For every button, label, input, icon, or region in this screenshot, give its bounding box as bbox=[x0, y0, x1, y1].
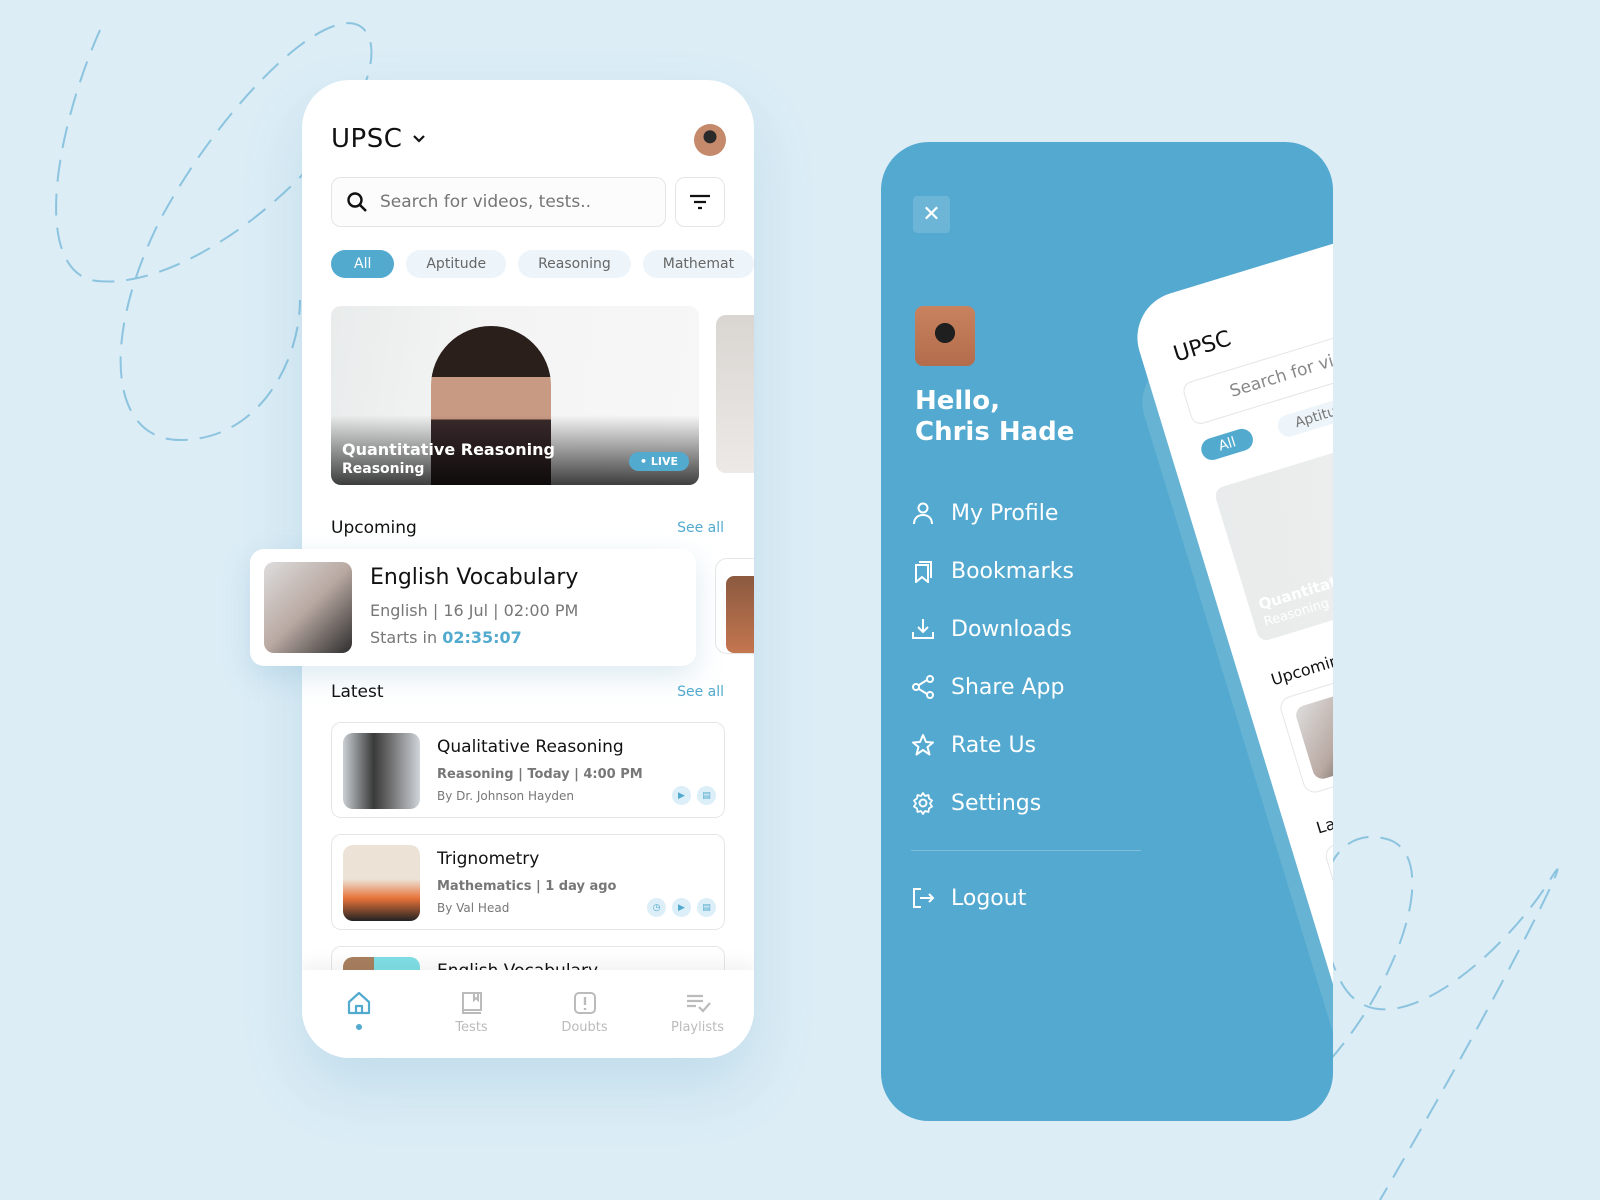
countdown-value: 02:35:07 bbox=[442, 628, 522, 647]
nav-doubts-label: Doubts bbox=[561, 1020, 608, 1035]
user-avatar bbox=[915, 306, 975, 366]
exam-selector[interactable]: UPSC bbox=[331, 124, 426, 154]
close-button[interactable]: ✕ bbox=[913, 196, 950, 233]
menu-label: Settings bbox=[951, 790, 1042, 816]
menu-item-downloads[interactable]: Downloads bbox=[911, 600, 1141, 658]
pdf-icon[interactable]: ▤ bbox=[697, 898, 716, 917]
decorative-dashed-lines bbox=[55, 22, 1559, 1200]
latest-see-all-link[interactable]: See all bbox=[677, 684, 724, 700]
filter-button[interactable] bbox=[675, 177, 725, 227]
download-icon bbox=[912, 619, 934, 639]
latest-heading: Latest bbox=[331, 682, 384, 702]
play-icon[interactable]: ▶ bbox=[672, 786, 691, 805]
logout-icon bbox=[913, 888, 935, 908]
latest-item[interactable]: Qualitative Reasoning Reasoning | Today … bbox=[331, 722, 725, 818]
menu-label: My Profile bbox=[951, 500, 1059, 526]
live-badge: • LIVE bbox=[629, 452, 689, 471]
active-indicator bbox=[355, 1024, 362, 1030]
upcoming-thumb bbox=[264, 562, 352, 653]
preview-latest: Latest bbox=[1314, 804, 1333, 838]
menu-item-settings[interactable]: Settings bbox=[911, 774, 1141, 832]
upcoming-card[interactable]: English Vocabulary English | 16 Jul | 02… bbox=[250, 549, 696, 666]
nav-doubts[interactable]: Doubts bbox=[528, 970, 641, 1058]
search-field[interactable] bbox=[331, 177, 666, 227]
featured-card[interactable]: Quantitative Reasoning Reasoning • LIVE bbox=[331, 306, 699, 485]
greeting-text: Hello, bbox=[915, 386, 1000, 416]
nav-tests[interactable]: Tests bbox=[415, 970, 528, 1058]
share-icon bbox=[912, 675, 934, 699]
close-icon: ✕ bbox=[922, 202, 941, 227]
chip-mathematics[interactable]: Mathemat bbox=[642, 250, 754, 278]
latest-author: By Dr. Johnson Hayden bbox=[437, 789, 575, 803]
bookmark-icon bbox=[915, 561, 932, 583]
menu-label: Bookmarks bbox=[951, 558, 1074, 584]
alert-icon bbox=[573, 992, 596, 1014]
playlist-icon bbox=[686, 994, 711, 1013]
nav-playlists-label: Playlists bbox=[671, 1020, 724, 1035]
latest-author: By Val Head bbox=[437, 901, 510, 915]
starts-label: Starts in bbox=[370, 628, 438, 647]
filter-icon bbox=[690, 194, 710, 210]
menu-item-bookmarks[interactable]: Bookmarks bbox=[911, 542, 1141, 600]
featured-subtitle: Reasoning bbox=[342, 461, 425, 477]
category-chips: All Aptitude Reasoning Mathemat bbox=[331, 250, 754, 278]
side-drawer: UPSC Search for vide All Aptitude Quanti… bbox=[881, 142, 1333, 1121]
gear-icon bbox=[913, 792, 933, 815]
latest-thumb bbox=[343, 733, 420, 809]
preview-chip-all: All bbox=[1198, 426, 1257, 463]
user-icon bbox=[913, 502, 933, 525]
menu-label: Rate Us bbox=[951, 732, 1037, 758]
home-icon bbox=[347, 991, 370, 1015]
nav-playlists[interactable]: Playlists bbox=[641, 970, 754, 1058]
pdf-icon[interactable]: ▤ bbox=[697, 786, 716, 805]
menu-label: Share App bbox=[951, 674, 1065, 700]
play-icon[interactable]: ▶ bbox=[672, 898, 691, 917]
menu-item-rate-us[interactable]: Rate Us bbox=[911, 716, 1141, 774]
upcoming-countdown: Starts in 02:35:07 bbox=[370, 628, 522, 647]
search-input[interactable] bbox=[380, 192, 640, 212]
upcoming-title: English Vocabulary bbox=[370, 565, 579, 590]
upcoming-meta: English | 16 Jul | 02:00 PM bbox=[370, 601, 579, 620]
preview-exam: UPSC bbox=[1170, 326, 1235, 368]
chip-aptitude[interactable]: Aptitude bbox=[406, 250, 507, 278]
chevron-down-icon bbox=[413, 135, 426, 143]
menu-label: Downloads bbox=[951, 616, 1072, 642]
greeting: Hello, Chris Hade bbox=[915, 386, 1074, 448]
exam-label: UPSC bbox=[331, 124, 403, 154]
upcoming-see-all-link[interactable]: See all bbox=[677, 520, 724, 536]
logout-button[interactable]: Logout bbox=[911, 869, 1141, 927]
logout-label: Logout bbox=[951, 885, 1027, 911]
home-preview: UPSC Search for vide All Aptitude Quanti… bbox=[1126, 172, 1333, 1121]
latest-title: Trignometry bbox=[437, 849, 540, 869]
menu-item-share-app[interactable]: Share App bbox=[911, 658, 1141, 716]
menu-item-my-profile[interactable]: My Profile bbox=[911, 484, 1141, 542]
preview-upcoming: Upcoming bbox=[1268, 647, 1333, 690]
bottom-nav: Tests Doubts Playlists bbox=[302, 970, 754, 1058]
search-icon bbox=[347, 192, 367, 212]
latest-meta: Reasoning | Today | 4:00 PM bbox=[437, 767, 643, 782]
latest-thumb bbox=[343, 845, 420, 921]
timer-icon[interactable]: ◷ bbox=[647, 898, 666, 917]
chip-all[interactable]: All bbox=[331, 250, 395, 278]
nav-home[interactable] bbox=[302, 970, 415, 1058]
upcoming-heading: Upcoming bbox=[331, 518, 417, 538]
star-icon bbox=[912, 734, 934, 756]
menu-divider bbox=[911, 850, 1141, 851]
drawer-menu: My Profile Bookmarks Downloads Share App… bbox=[911, 484, 1141, 927]
latest-title: Qualitative Reasoning bbox=[437, 737, 624, 757]
upcoming-card-next[interactable] bbox=[715, 558, 754, 654]
book-icon bbox=[461, 992, 482, 1014]
featured-card-next[interactable] bbox=[716, 315, 754, 473]
latest-item[interactable]: Trignometry Mathematics | 1 day ago By V… bbox=[331, 834, 725, 930]
latest-meta: Mathematics | 1 day ago bbox=[437, 879, 617, 894]
user-name: Chris Hade bbox=[915, 417, 1075, 447]
chip-reasoning[interactable]: Reasoning bbox=[518, 250, 631, 278]
featured-title: Quantitative Reasoning bbox=[342, 440, 555, 459]
avatar[interactable] bbox=[694, 124, 726, 156]
upcoming-thumb bbox=[726, 576, 754, 653]
nav-tests-label: Tests bbox=[455, 1020, 488, 1035]
